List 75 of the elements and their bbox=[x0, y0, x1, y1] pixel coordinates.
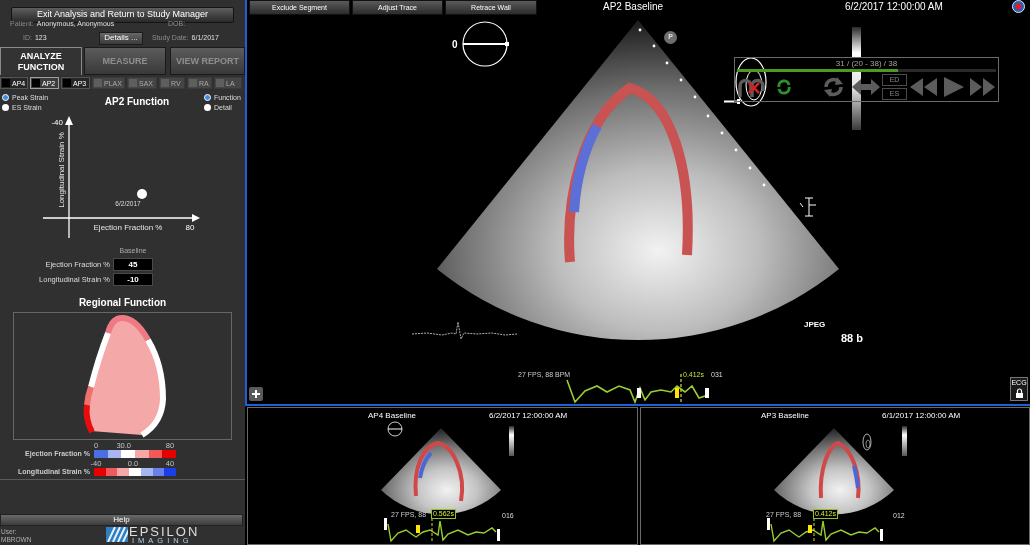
axis-end-label: 80 bbox=[185, 223, 195, 232]
logo-wordmark: EPSILON bbox=[129, 526, 200, 537]
checkbox-icon bbox=[189, 79, 197, 87]
axis-title: Longitudinal Strain % bbox=[57, 132, 66, 208]
plus-icon bbox=[252, 390, 260, 398]
orientation-icon bbox=[462, 21, 509, 67]
frame-marker-icon bbox=[705, 388, 709, 398]
refresh-icon[interactable] bbox=[822, 75, 845, 98]
current-frame-marker-icon bbox=[808, 525, 812, 533]
value-field: -10 bbox=[113, 273, 153, 286]
checkbox-icon bbox=[216, 79, 224, 87]
checkbox-icon bbox=[63, 79, 71, 87]
depth-marker-icon bbox=[665, 61, 669, 65]
frame-marker-icon bbox=[637, 388, 641, 398]
checkbox-icon bbox=[94, 79, 102, 87]
value-field: 45 bbox=[113, 258, 153, 271]
lock-icon bbox=[1014, 388, 1024, 398]
orientation-icon bbox=[387, 421, 403, 437]
view-title: AP3 Baseline bbox=[761, 411, 810, 421]
x-icon[interactable] bbox=[747, 81, 761, 95]
add-button[interactable] bbox=[249, 387, 263, 401]
checkbox-icon bbox=[32, 79, 40, 87]
depth-marker-icon bbox=[748, 166, 752, 170]
section-title: Regional Function bbox=[78, 298, 167, 308]
view-date: 6/2/2017 12:00:00 AM bbox=[489, 411, 568, 421]
heart-rate-label: 88 b bbox=[841, 332, 863, 344]
view-date: 6/1/2017 12:00:00 AM bbox=[882, 411, 961, 421]
depth-marker-icon bbox=[734, 148, 738, 152]
frame-marker-icon bbox=[767, 518, 770, 530]
checkbox-icon bbox=[161, 79, 169, 87]
depth-marker-icon bbox=[693, 95, 697, 99]
depth-marker-icon bbox=[679, 78, 683, 82]
play-icon[interactable] bbox=[942, 75, 965, 98]
plot-title: AP2 Function bbox=[104, 96, 170, 108]
axis-title: Ejection Fraction % bbox=[93, 223, 163, 232]
left-right-arrow-icon[interactable] bbox=[852, 77, 880, 96]
frame-marker-icon bbox=[497, 529, 500, 541]
time-cursor-line bbox=[431, 517, 433, 543]
ellipse-marker-icon bbox=[735, 57, 767, 107]
strain-trace-overlay bbox=[818, 441, 861, 499]
caliper-icon bbox=[799, 197, 817, 217]
view-title: AP2 Baseline bbox=[603, 1, 664, 13]
view-title: AP4 Baseline bbox=[368, 411, 417, 421]
frame-marker-icon bbox=[880, 529, 883, 541]
time-cursor-line bbox=[813, 517, 815, 543]
frame-marker-icon bbox=[384, 518, 387, 530]
details-button[interactable]: Details ... bbox=[99, 31, 143, 45]
loop-marker-icon bbox=[862, 433, 872, 451]
grayscale-bar bbox=[902, 426, 907, 456]
fast-forward-icon[interactable] bbox=[970, 76, 995, 97]
grayscale-bar bbox=[509, 426, 514, 456]
logo-stripes-icon bbox=[106, 527, 128, 542]
depth-marker-icon bbox=[762, 183, 766, 187]
orientation-label: 0 bbox=[452, 39, 458, 50]
checkbox-icon bbox=[129, 79, 137, 87]
pointer-icon bbox=[723, 99, 740, 104]
cycle-icon[interactable] bbox=[776, 78, 792, 95]
help-button[interactable]: Help bbox=[0, 514, 243, 526]
target-icon[interactable] bbox=[1012, 0, 1025, 13]
depth-marker-icon bbox=[706, 114, 710, 118]
depth-marker-icon bbox=[638, 28, 642, 32]
function-tab[interactable]: ANALYZE FUNCTION bbox=[0, 47, 82, 75]
axis-end-label: -40 bbox=[51, 118, 63, 127]
checkbox-icon bbox=[2, 79, 10, 87]
current-frame-marker-icon bbox=[675, 388, 679, 398]
format-label: JPEG bbox=[804, 320, 826, 329]
depth-marker-icon bbox=[720, 131, 724, 135]
progress-track[interactable] bbox=[737, 69, 996, 72]
rewind-icon[interactable] bbox=[910, 76, 937, 97]
view-date: 6/2/2017 12:00:00 AM bbox=[845, 1, 943, 13]
time-cursor-line bbox=[680, 373, 682, 404]
data-point bbox=[137, 189, 147, 199]
depth-marker-icon bbox=[652, 44, 656, 48]
current-frame-marker-icon bbox=[416, 525, 420, 533]
strain-trace-overlay bbox=[413, 441, 464, 502]
